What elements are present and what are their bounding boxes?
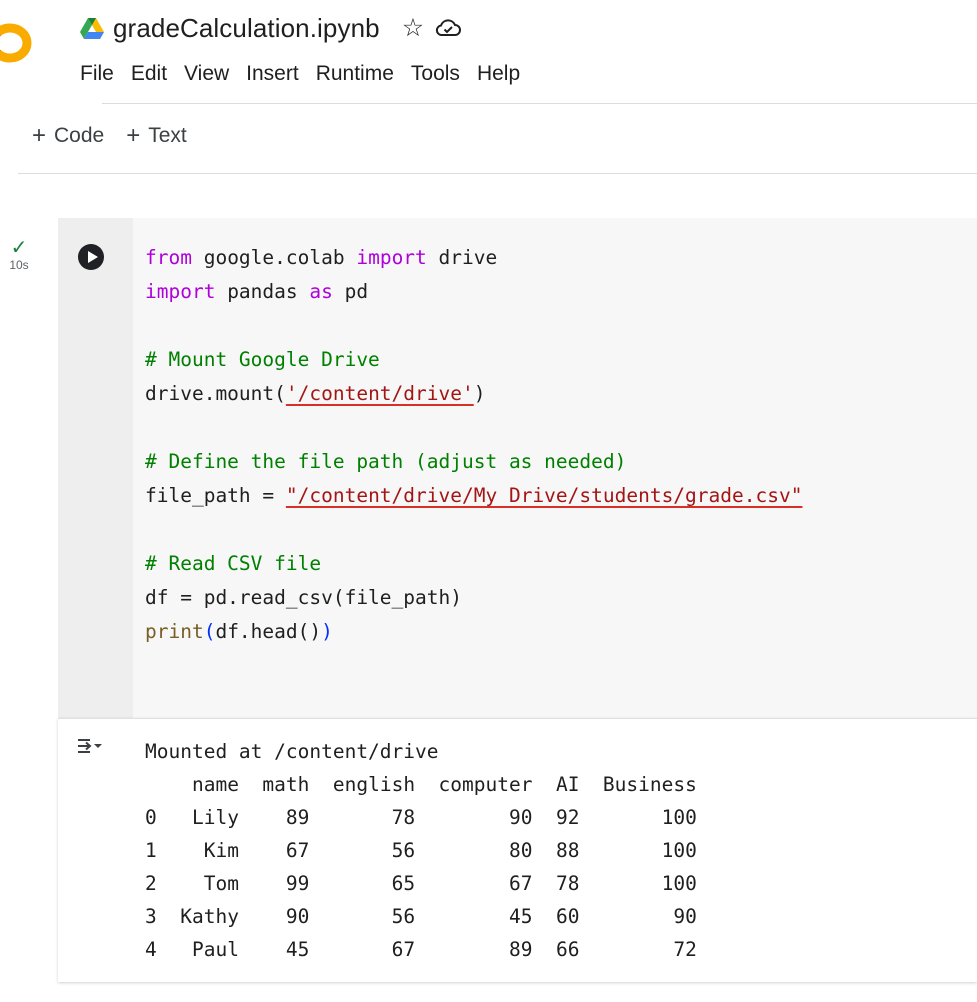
output-actions-icon[interactable]	[76, 736, 104, 758]
df-cell: 90	[602, 905, 697, 928]
add-code-button[interactable]: + Code	[32, 124, 104, 148]
df-column-header: AI	[555, 773, 580, 796]
df-cell: 56	[332, 905, 416, 928]
check-icon: ✓	[10, 237, 28, 259]
menu-insert[interactable]: Insert	[246, 62, 299, 86]
df-cell: Tom	[180, 872, 239, 895]
cell-gutter	[58, 218, 133, 718]
code-line-12: print(df.head())	[145, 620, 333, 643]
df-cell: 100	[602, 872, 697, 895]
code-line-11: df = pd.read_csv(file_path)	[145, 586, 462, 609]
code-line-4: # Mount Google Drive	[145, 348, 380, 371]
df-row-index: 1	[145, 839, 157, 862]
menu-runtime[interactable]: Runtime	[316, 62, 394, 86]
df-cell: Kathy	[180, 905, 239, 928]
notebook-title[interactable]: gradeCalculation.ipynb	[113, 13, 380, 44]
google-drive-icon	[80, 17, 104, 39]
cell-execution-status: ✓ 10s	[0, 237, 52, 272]
df-column-header: english	[332, 773, 416, 796]
df-cell: 90	[438, 806, 533, 829]
df-row: 0 Lily 89 78 90 92 100	[145, 806, 697, 829]
df-row: 1 Kim 67 56 80 88 100	[145, 839, 697, 862]
notebook-toolbar: + Code + Text	[32, 124, 209, 148]
title-row: gradeCalculation.ipynb ☆	[80, 10, 462, 46]
execution-time: 10s	[9, 258, 29, 272]
df-row-index: 2	[145, 872, 157, 895]
add-code-label: Code	[54, 124, 105, 147]
toolbar-divider	[18, 173, 977, 174]
df-row: 4 Paul 45 67 89 66 72	[145, 938, 697, 961]
star-outline-icon[interactable]: ☆	[402, 15, 424, 41]
df-cell: 78	[332, 806, 416, 829]
df-cell: 67	[332, 938, 416, 961]
code-line-8: file_path = "/content/drive/My Drive/stu…	[145, 484, 803, 507]
df-cell: 45	[262, 938, 310, 961]
df-cell: 56	[332, 839, 416, 862]
df-column-header: math	[262, 773, 310, 796]
df-table: name math english computer AI Business 0…	[145, 773, 697, 961]
df-cell: 65	[332, 872, 416, 895]
df-row: 2 Tom 99 65 67 78 100	[145, 872, 697, 895]
menu-file[interactable]: File	[80, 62, 114, 86]
df-cell: 92	[555, 806, 580, 829]
menu-bar: File Edit View Insert Runtime Tools Help	[80, 62, 537, 86]
df-row-index: 0	[145, 806, 157, 829]
df-cell: 89	[262, 806, 310, 829]
colab-logo-icon[interactable]	[0, 22, 46, 64]
add-text-label: Text	[148, 124, 187, 147]
add-text-button[interactable]: + Text	[126, 124, 187, 148]
df-column-header: computer	[438, 773, 533, 796]
df-cell: 60	[555, 905, 580, 928]
code-line-1: from google.colab import drive	[145, 246, 498, 269]
df-cell: 89	[438, 938, 533, 961]
df-column-header: Business	[602, 773, 697, 796]
df-cell: 67	[262, 839, 310, 862]
cloud-saved-icon[interactable]	[434, 14, 462, 42]
code-line-7: # Define the file path (adjust as needed…	[145, 450, 627, 473]
output-text: Mounted at /content/drive name math engl…	[145, 735, 697, 966]
df-row: 3 Kathy 90 56 45 60 90	[145, 905, 697, 928]
code-content[interactable]: from google.colab import drive import pa…	[145, 241, 802, 649]
df-cell: 45	[438, 905, 533, 928]
code-line-5: drive.mount('/content/drive')	[145, 382, 486, 405]
plus-icon: +	[32, 122, 47, 149]
df-cell: Lily	[180, 806, 239, 829]
df-row-index: 4	[145, 938, 157, 961]
run-cell-button[interactable]	[78, 244, 104, 270]
df-cell: Paul	[180, 938, 239, 961]
df-cell: 100	[602, 839, 697, 862]
df-cell: 100	[602, 806, 697, 829]
df-cell: 80	[438, 839, 533, 862]
df-column-header: name	[180, 773, 239, 796]
menu-edit[interactable]: Edit	[131, 62, 167, 86]
menu-tools[interactable]: Tools	[411, 62, 460, 86]
df-cell: 90	[262, 905, 310, 928]
header-divider	[102, 103, 977, 104]
code-line-2: import pandas as pd	[145, 280, 369, 303]
df-cell: 78	[555, 872, 580, 895]
code-line-10: # Read CSV file	[145, 552, 322, 575]
df-cell: 66	[555, 938, 580, 961]
menu-help[interactable]: Help	[477, 62, 520, 86]
df-header-row: name math english computer AI Business	[145, 773, 697, 796]
df-cell: 99	[262, 872, 310, 895]
df-cell: Kim	[180, 839, 239, 862]
mounted-message: Mounted at /content/drive	[145, 740, 439, 763]
menu-view[interactable]: View	[184, 62, 229, 86]
df-cell: 88	[555, 839, 580, 862]
df-cell: 67	[438, 872, 533, 895]
df-cell: 72	[602, 938, 697, 961]
plus-icon: +	[126, 122, 141, 149]
df-row-index: 3	[145, 905, 157, 928]
